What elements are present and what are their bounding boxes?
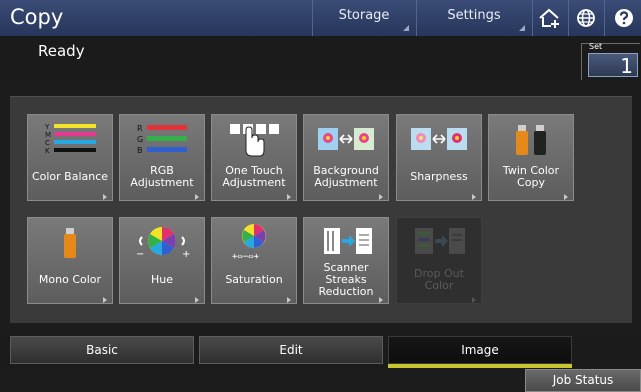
tile-label: Mono Color	[38, 273, 102, 286]
status-strip: Ready	[0, 36, 641, 80]
home-button[interactable]	[532, 0, 567, 36]
tile-label: Saturation	[225, 273, 283, 286]
tile-label: RGB Adjustment	[130, 164, 194, 189]
svg-text:M: M	[45, 131, 51, 139]
help-icon	[614, 9, 633, 27]
mono-color-icon	[28, 222, 112, 262]
svg-text:−: −	[136, 249, 144, 260]
tile-label: Hue	[150, 273, 173, 286]
saturation-button[interactable]: +⇔−⇔+ Saturation	[211, 217, 297, 304]
sharpness-icon	[397, 119, 481, 159]
tab-basic[interactable]: Basic	[10, 336, 194, 364]
one-touch-adjustment-button[interactable]: One Touch Adjustment	[211, 114, 297, 201]
hue-button[interactable]: − + Hue	[119, 217, 205, 304]
corner-arrow-icon	[470, 193, 478, 200]
tile-label: Scanner Streaks Reduction	[318, 261, 374, 298]
help-button[interactable]	[604, 0, 641, 36]
tile-label: Drop Out Color	[414, 267, 464, 292]
storage-button[interactable]: Storage	[312, 0, 415, 36]
svg-text:+: +	[182, 249, 190, 260]
sharpness-button[interactable]: Sharpness	[396, 114, 482, 201]
copy-screen: Copy Storage Settings Ready Set 1 Y M C …	[0, 0, 641, 392]
corner-arrow-icon	[519, 25, 525, 31]
globe-icon	[577, 9, 595, 27]
active-tab-indicator	[388, 364, 572, 368]
settings-label: Settings	[447, 8, 501, 23]
svg-text:R: R	[137, 124, 143, 133]
storage-label: Storage	[338, 8, 390, 23]
copy-count-field[interactable]: 1	[588, 53, 638, 78]
corner-arrow-icon	[101, 296, 109, 303]
settings-button[interactable]: Settings	[416, 0, 531, 36]
app-title: Copy	[10, 5, 64, 29]
hue-icon: − +	[120, 222, 204, 262]
background-adjustment-icon	[304, 119, 388, 159]
image-function-panel: Y M C K Color Balance R G B RGB Adjustme…	[10, 96, 632, 323]
corner-arrow-icon	[193, 296, 201, 303]
tile-label: One Touch Adjustment	[222, 164, 286, 189]
job-status-button[interactable]: Job Status	[525, 369, 641, 392]
tile-label: Background Adjustment	[313, 164, 379, 189]
drop-out-color-icon	[397, 222, 481, 262]
corner-arrow-icon	[377, 296, 385, 303]
corner-arrow-icon	[377, 193, 385, 200]
drop-out-color-button: Drop Out Color	[396, 217, 482, 304]
one-touch-icon	[212, 119, 296, 159]
svg-text:K: K	[45, 147, 50, 155]
tile-label: Twin Color Copy	[502, 164, 560, 189]
tab-image[interactable]: Image	[388, 336, 572, 364]
top-bar: Copy Storage Settings	[0, 0, 641, 36]
set-label: Set	[589, 42, 603, 51]
color-balance-button[interactable]: Y M C K Color Balance	[27, 114, 113, 201]
corner-arrow-icon	[101, 193, 109, 200]
tile-label: Sharpness	[410, 170, 468, 183]
corner-arrow-icon	[193, 193, 201, 200]
corner-arrow-icon	[470, 296, 478, 303]
color-balance-icon: Y M C K	[28, 119, 112, 159]
svg-text:B: B	[137, 146, 143, 155]
corner-arrow-icon	[285, 193, 293, 200]
status-text: Ready	[38, 42, 85, 60]
background-adjustment-button[interactable]: Background Adjustment	[303, 114, 389, 201]
corner-arrow-icon	[285, 296, 293, 303]
language-button[interactable]	[568, 0, 603, 36]
scanner-streaks-icon	[304, 222, 388, 262]
tile-label: Color Balance	[31, 170, 109, 183]
corner-arrow-icon	[403, 25, 409, 31]
svg-text:C: C	[45, 139, 50, 147]
svg-text:Y: Y	[44, 123, 50, 131]
svg-text:G: G	[137, 135, 143, 144]
saturation-icon: +⇔−⇔+	[212, 222, 296, 262]
scanner-streaks-reduction-button[interactable]: Scanner Streaks Reduction	[303, 217, 389, 304]
corner-arrow-icon	[562, 193, 570, 200]
rgb-adjustment-icon: R G B	[120, 119, 204, 159]
mono-color-button[interactable]: Mono Color	[27, 217, 113, 304]
tab-edit[interactable]: Edit	[199, 336, 383, 364]
rgb-adjustment-button[interactable]: R G B RGB Adjustment	[119, 114, 205, 201]
home-add-icon	[539, 8, 559, 28]
twin-color-icon	[489, 119, 573, 159]
svg-text:+⇔−⇔+: +⇔−⇔+	[232, 252, 260, 262]
twin-color-copy-button[interactable]: Twin Color Copy	[488, 114, 574, 201]
